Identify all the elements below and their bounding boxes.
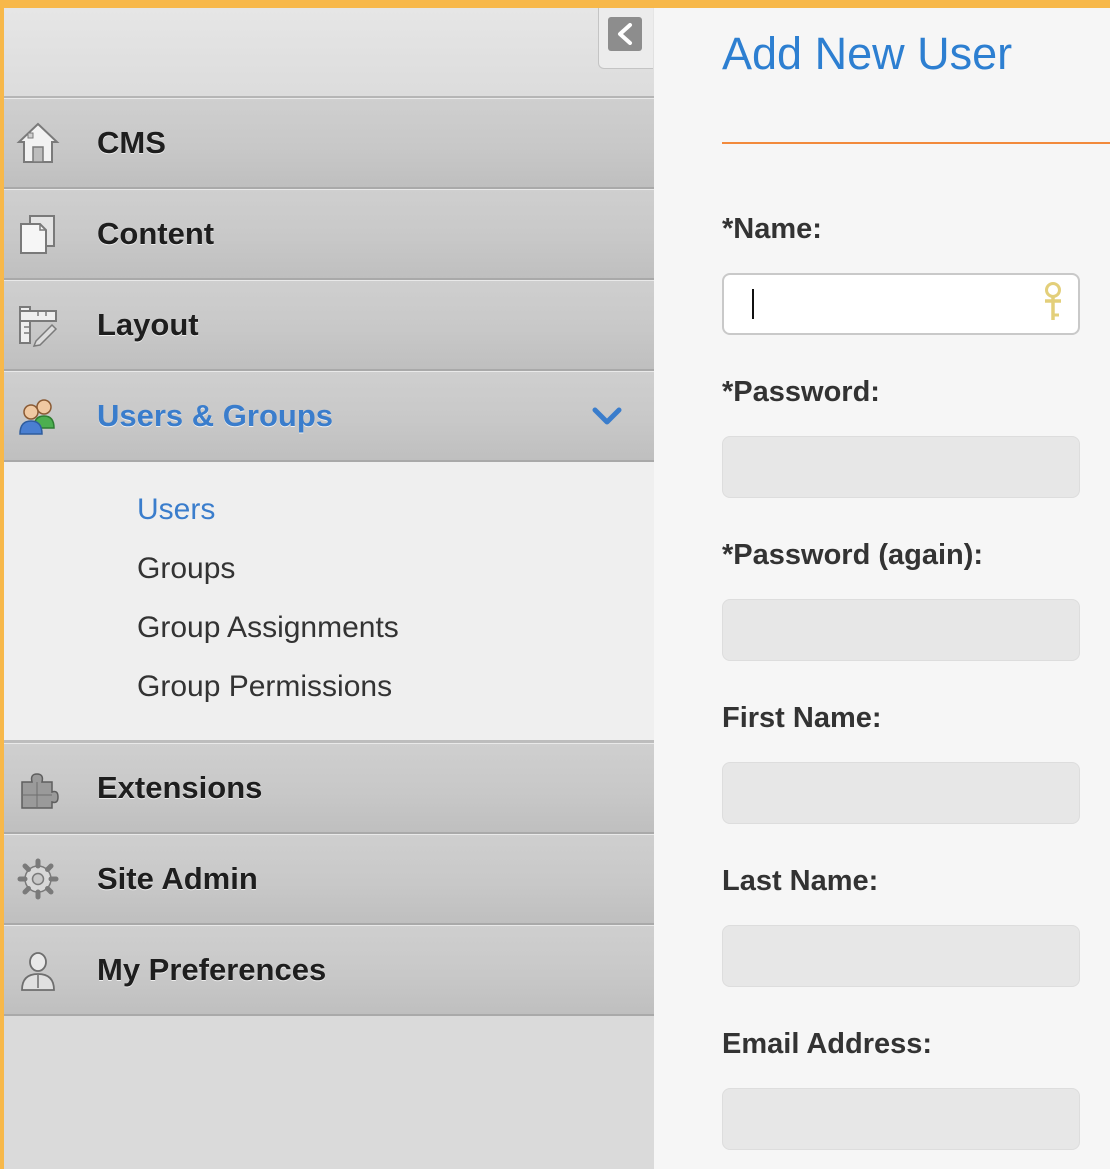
password-again-field[interactable] [722,599,1080,661]
person-icon [16,948,60,992]
main-content: Add New User *Name: *Password: *Password… [654,8,1110,1169]
chevron-left-icon [608,17,642,51]
users-icon [16,394,60,438]
sidebar-item-cms[interactable]: CMS [4,98,654,189]
app-frame: CMS Content Layout Users & Groups Users … [4,8,1110,1169]
key-icon[interactable] [1042,281,1064,328]
submenu-item-group-assignments[interactable]: Group Assignments [44,608,654,667]
sidebar-item-content[interactable]: Content [4,189,654,280]
first-name-label: First Name: [722,702,882,734]
last-name-field[interactable] [722,925,1080,987]
sidebar-menu: CMS Content Layout Users & Groups Users … [4,98,654,1016]
sidebar-item-label: Site Admin [97,861,258,896]
puzzle-icon [16,766,60,810]
submenu-container: Users Groups Group Assignments Group Per… [4,462,654,743]
layout-ruler-icon [16,303,60,347]
users-groups-submenu: Users Groups Group Assignments Group Per… [4,462,654,743]
sidebar: CMS Content Layout Users & Groups Users … [4,8,654,1169]
gear-icon [16,857,60,901]
last-name-label: Last Name: [722,865,879,897]
sidebar-item-label: Users & Groups [97,398,334,433]
page-title: Add New User [722,28,1013,79]
sidebar-item-users-groups[interactable]: Users & Groups [4,371,654,462]
sidebar-item-label: My Preferences [97,952,327,987]
name-field[interactable] [722,273,1080,335]
collapse-sidebar-button[interactable] [598,8,653,69]
email-label: Email Address: [722,1028,933,1060]
title-divider [722,142,1110,144]
email-field[interactable] [722,1088,1080,1150]
sidebar-item-extensions[interactable]: Extensions [4,743,654,834]
documents-icon [16,212,60,256]
house-icon [16,121,60,165]
sidebar-item-label: CMS [97,125,166,160]
submenu-item-groups[interactable]: Groups [44,549,654,608]
sidebar-item-label: Content [97,216,215,251]
chevron-down-icon[interactable] [592,406,622,431]
sidebar-item-site-admin[interactable]: Site Admin [4,834,654,925]
first-name-field[interactable] [722,762,1080,824]
name-label: *Name: [722,213,822,245]
sidebar-item-my-preferences[interactable]: My Preferences [4,925,654,1016]
sidebar-item-layout[interactable]: Layout [4,280,654,371]
password-field[interactable] [722,436,1080,498]
sidebar-header [4,8,654,98]
sidebar-item-label: Layout [97,307,199,342]
password-label: *Password: [722,376,880,408]
submenu-item-group-permissions[interactable]: Group Permissions [44,667,654,726]
submenu-item-users[interactable]: Users [44,490,654,549]
text-caret [752,289,754,319]
sidebar-item-label: Extensions [97,770,263,805]
password-again-label: *Password (again): [722,539,984,571]
